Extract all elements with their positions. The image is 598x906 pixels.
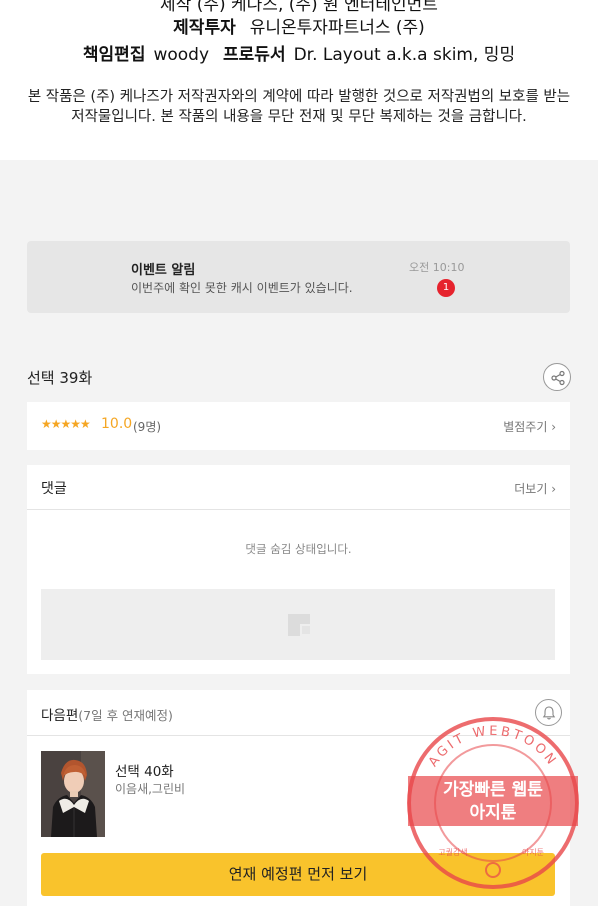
comments-header: 댓글 더보기 › bbox=[27, 465, 570, 510]
copyright-notice: 본 작품은 (주) 케나즈가 저작권자와의 계약에 따라 발행한 것으로 저작권… bbox=[27, 89, 571, 125]
next-episode-title[interactable]: 선택 40화 bbox=[115, 760, 174, 780]
next-schedule: (7일 후 연재예정) bbox=[78, 708, 173, 723]
event-time: 오전 10:10 bbox=[409, 261, 465, 274]
watermark-stamp: AGIT WEBTOON 가장빠른 웹툰 아지툰 고퀄감색 아지툰 bbox=[405, 715, 581, 891]
next-episode-authors: 이음새,그린비 bbox=[115, 782, 186, 796]
watermark-bottom-left: 고퀄감색 bbox=[438, 847, 467, 857]
rating-score: 10.0 bbox=[101, 416, 133, 432]
comments-card: 댓글 더보기 › 댓글 숨김 상태입니다. bbox=[27, 465, 570, 674]
next-label: 다음편 bbox=[41, 708, 79, 724]
event-title: 이벤트 알림 bbox=[131, 263, 196, 278]
image-placeholder-icon bbox=[288, 614, 310, 636]
rating-count: (9명) bbox=[133, 420, 162, 434]
next-episode-heading: 다음편(7일 후 연재예정) bbox=[41, 704, 173, 724]
credit-editor-producer: 책임편집 woody 프로듀서 Dr. Layout a.k.a skim, 밍밍 bbox=[0, 40, 598, 65]
rate-button[interactable]: 별점주기 › bbox=[503, 418, 556, 435]
credit-investment: 제작투자 유니온투자파트너스 (주) bbox=[0, 13, 598, 38]
watermark-line2: 아지툰 bbox=[470, 803, 517, 823]
share-icon bbox=[551, 370, 565, 386]
comments-hidden-message: 댓글 숨김 상태입니다. bbox=[245, 542, 352, 556]
credit-invest-value: 유니온투자파트너스 (주) bbox=[249, 18, 425, 38]
rating-stars: ★★★★★ bbox=[41, 417, 91, 431]
credit-editor-value: woody bbox=[153, 45, 210, 65]
svg-text:AGIT WEBTOON: AGIT WEBTOON bbox=[426, 724, 560, 770]
episode-title: 선택 39화 bbox=[27, 369, 93, 387]
event-description: 이번주에 확인 못한 캐시 이벤트가 있습니다. bbox=[131, 281, 353, 295]
watermark-line1: 가장빠른 웹툰 bbox=[443, 780, 543, 800]
comments-more-button[interactable]: 더보기 › bbox=[514, 480, 556, 497]
watermark-bottom-right: 아지툰 bbox=[522, 847, 544, 857]
event-badge: 1 bbox=[437, 279, 455, 297]
credit-editor-label: 책임편집 bbox=[82, 45, 146, 65]
credits-section: 제작 (주) 케나즈, (주) 원 엔터테인먼트 제작투자 유니온투자파트너스 (… bbox=[0, 0, 598, 160]
rating-card: ★★★★★ 10.0 (9명) 별점주기 › bbox=[27, 402, 570, 450]
credit-producer-label: 프로듀서 bbox=[223, 45, 286, 65]
ad-placeholder bbox=[41, 589, 555, 660]
watermark-g-icon bbox=[485, 862, 501, 878]
credit-producer-value: Dr. Layout a.k.a skim, 밍밍 bbox=[293, 45, 516, 65]
watermark-top-text: AGIT WEBTOON bbox=[426, 724, 557, 770]
comments-title: 댓글 bbox=[41, 481, 67, 497]
credit-invest-label: 제작투자 bbox=[173, 18, 236, 38]
event-notification[interactable]: 이벤트 알림 이번주에 확인 못한 캐시 이벤트가 있습니다. 오전 10:10… bbox=[27, 241, 570, 313]
share-button[interactable] bbox=[543, 363, 571, 391]
next-episode-thumbnail[interactable] bbox=[41, 751, 105, 837]
